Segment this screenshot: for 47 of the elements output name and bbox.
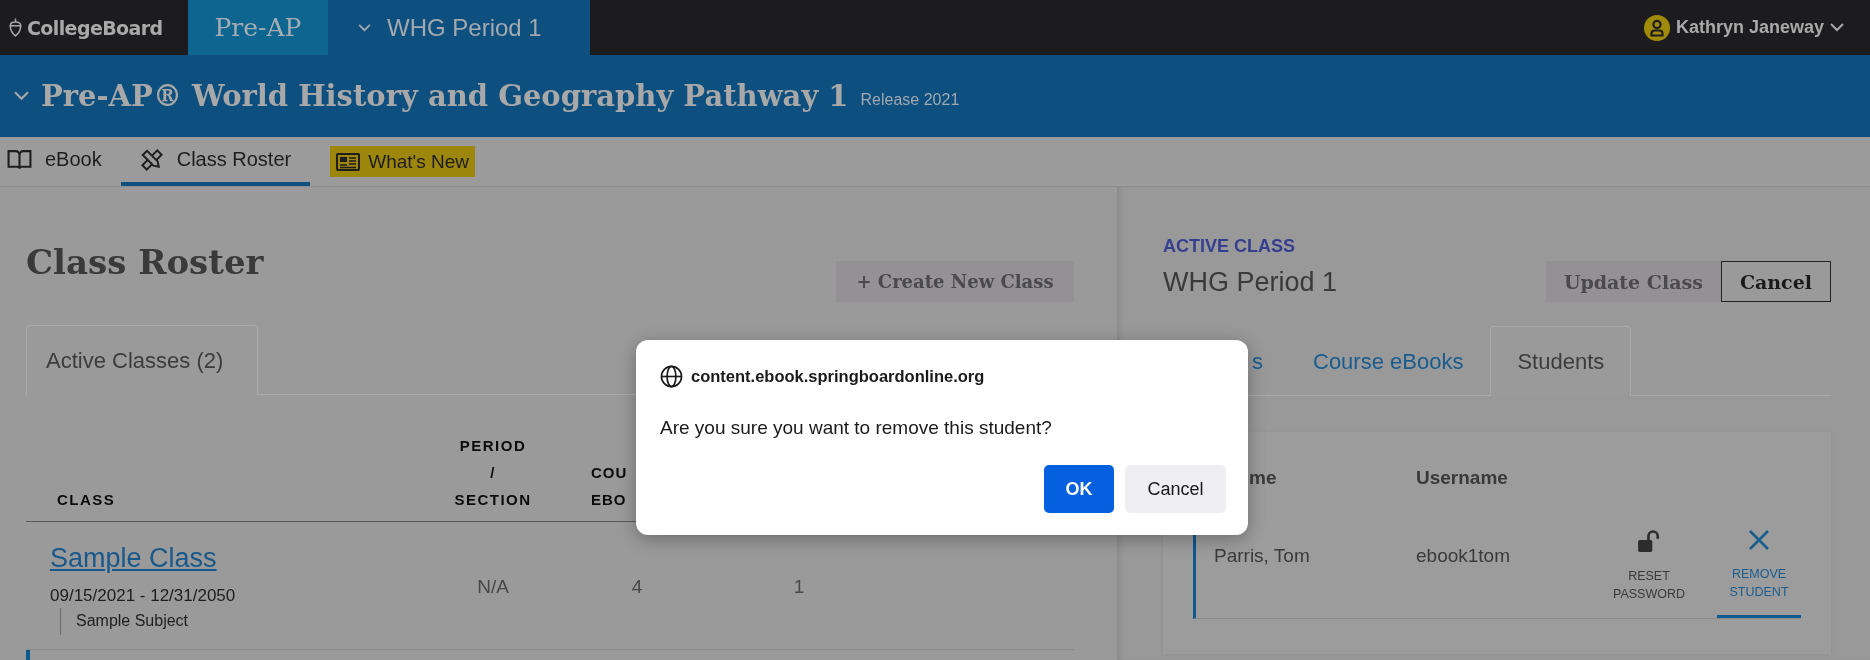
newspaper-icon [336,152,361,171]
student-name: Parris, Tom [1214,544,1310,568]
unlocked-padlock-icon [1637,529,1661,553]
chevron-down-icon[interactable] [14,91,29,101]
dialog-origin: content.ebook.springboardonline.org [691,366,985,387]
table-cell: 4 [631,575,643,598]
date-range: 09/15/2021 - 12/31/2050 [50,586,236,606]
column-header: me [1249,466,1277,490]
page-title: Class Roster [26,241,264,284]
remove-student-button[interactable]: REMOVE STUDENT [1717,519,1801,618]
class-selector[interactable]: WHG Period 1 [328,0,590,55]
product-tab[interactable]: Pre-AP [188,0,328,55]
table-cell: 1 [793,575,805,598]
cancel-button[interactable]: Cancel [1125,465,1226,513]
column-header: Username [1416,466,1508,490]
cancel-button[interactable]: Cancel [1720,261,1831,302]
user-avatar-icon [1643,14,1670,41]
column-header: CLASS [57,490,116,510]
chevron-down-icon [358,23,371,32]
column-header: PERIOD / SECTION [454,436,532,510]
class-detail-tab[interactable]: Students [1490,326,1632,396]
subject-label: Sample Subject [60,608,189,635]
reset-password-button[interactable]: RESET PASSWORD [1599,519,1699,618]
acorn-icon [8,18,23,37]
user-menu-button[interactable]: Kathryn Janeway [1643,0,1870,55]
class-link[interactable]: Sample Class [50,542,217,574]
dialog-message: Are you sure you want to remove this student? [660,417,1053,439]
globe-icon [660,364,683,388]
ok-button[interactable]: OK [1044,465,1114,513]
class-name: WHG Period 1 [1163,266,1338,299]
student-username: ebook1tom [1416,544,1510,568]
class-list-tab[interactable]: Active Classes (2) [26,325,259,395]
nav-tab[interactable]: What's New [330,146,475,177]
course-title: Pre-AP® World History and Geography Pathway 1 [41,79,849,113]
class-detail-tab[interactable]: s [1251,326,1286,396]
pencil-ruler-icon [139,147,164,172]
nav-tab[interactable]: eBook [0,137,121,186]
column-header: COU EBO [591,463,628,510]
table-cell: N/A [477,575,509,598]
logo-link[interactable]: CollegeBoard [0,0,188,55]
nav-tab[interactable]: Class Roster [120,137,311,186]
chevron-down-icon [1830,23,1844,32]
section-label: ACTIVE CLASS [1163,235,1296,258]
x-icon [1748,529,1770,551]
book-icon [7,148,32,171]
release-label: Release 2021 [860,91,960,109]
class-detail-tab[interactable]: Course eBooks [1286,326,1491,396]
